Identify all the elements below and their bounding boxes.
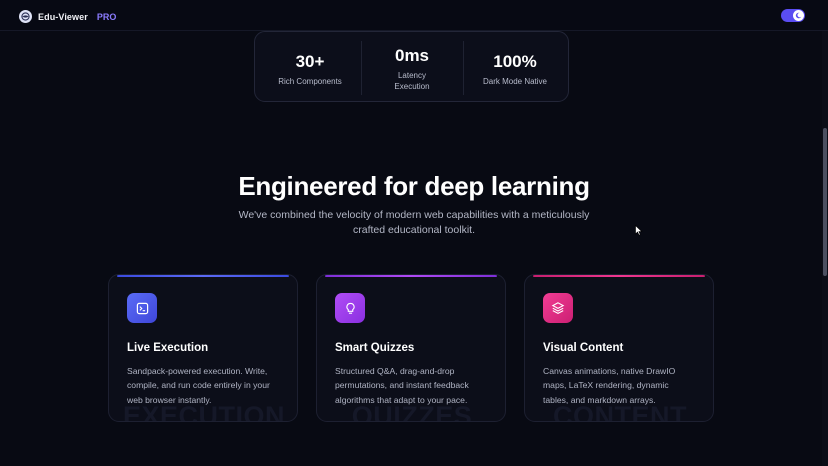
desc-line: permutations, and instant feedback: [335, 380, 469, 391]
subtitle-line: crafted educational toolkit.: [353, 224, 475, 236]
moon-icon: [793, 10, 804, 21]
feature-card-smart-quizzes[interactable]: QUIZZES Smart Quizzes Structured Q&A, dr…: [316, 274, 506, 422]
desc-line: maps, LaTeX rendering, dynamic: [543, 380, 669, 391]
section-subtitle: We've combined the velocity of modern we…: [230, 208, 598, 238]
section-title: Engineered for deep learning: [238, 171, 590, 201]
stat-value: 0ms: [394, 46, 430, 65]
feature-card-visual-content[interactable]: CONTENT Visual Content Canvas animations…: [524, 274, 714, 422]
theme-toggle[interactable]: [781, 9, 805, 22]
card-description: Canvas animations, native DrawIO maps, L…: [543, 364, 703, 407]
desc-line: tables, and markdown arrays.: [543, 394, 656, 405]
top-navbar: Edu-Viewer PRO: [0, 0, 828, 31]
stat-label-line: Latency: [397, 71, 427, 80]
stats-panel: 30+ Rich Components 0ms Latency Executio…: [254, 31, 569, 102]
stat-value: 100%: [493, 52, 537, 71]
mouse-cursor-icon: [635, 223, 643, 241]
card-accent-line: [325, 275, 497, 277]
desc-line: algorithms that adapt to your pace.: [335, 394, 468, 405]
desc-line: compile, and run code entirely in your: [127, 380, 270, 391]
pro-badge: PRO: [96, 11, 117, 22]
subtitle-line: We've combined the velocity of modern we…: [238, 209, 590, 221]
terminal-icon: [127, 293, 157, 323]
stat-value: 30+: [295, 52, 325, 71]
desc-line: Sandpack-powered execution. Write,: [127, 366, 268, 376]
stat-dark-mode: 100% Dark Mode Native: [469, 52, 561, 87]
feature-card-live-execution[interactable]: EXECUTION Live Execution Sandpack-powere…: [108, 274, 298, 422]
scrollbar-thumb[interactable]: [823, 128, 827, 276]
stat-latency: 0ms Latency Execution: [367, 46, 457, 92]
card-description: Sandpack-powered execution. Write, compi…: [127, 364, 287, 407]
globe-logo-icon: [19, 10, 32, 23]
brand-link[interactable]: Edu-Viewer PRO: [19, 9, 116, 24]
stat-label-line: Execution: [394, 82, 430, 91]
app-name: Edu-Viewer: [38, 11, 88, 22]
card-accent-line: [533, 275, 705, 277]
desc-line: Canvas animations, native DrawIO: [543, 366, 676, 376]
stat-label: Rich Components: [278, 77, 342, 86]
stat-label: Dark Mode Native: [482, 77, 548, 86]
card-title: Visual Content: [543, 342, 624, 354]
stat-divider: [463, 41, 464, 95]
card-title: Smart Quizzes: [335, 342, 415, 354]
stat-divider: [361, 41, 362, 95]
lightbulb-icon: [335, 293, 365, 323]
stat-label: Latency Execution: [367, 70, 457, 92]
stat-components: 30+ Rich Components: [265, 52, 355, 87]
desc-line: web browser instantly.: [127, 394, 212, 405]
desc-line: Structured Q&A, drag-and-drop: [335, 366, 455, 376]
card-accent-line: [117, 275, 289, 277]
card-title: Live Execution: [127, 342, 209, 354]
layers-icon: [543, 293, 573, 323]
card-description: Structured Q&A, drag-and-drop permutatio…: [335, 364, 495, 407]
